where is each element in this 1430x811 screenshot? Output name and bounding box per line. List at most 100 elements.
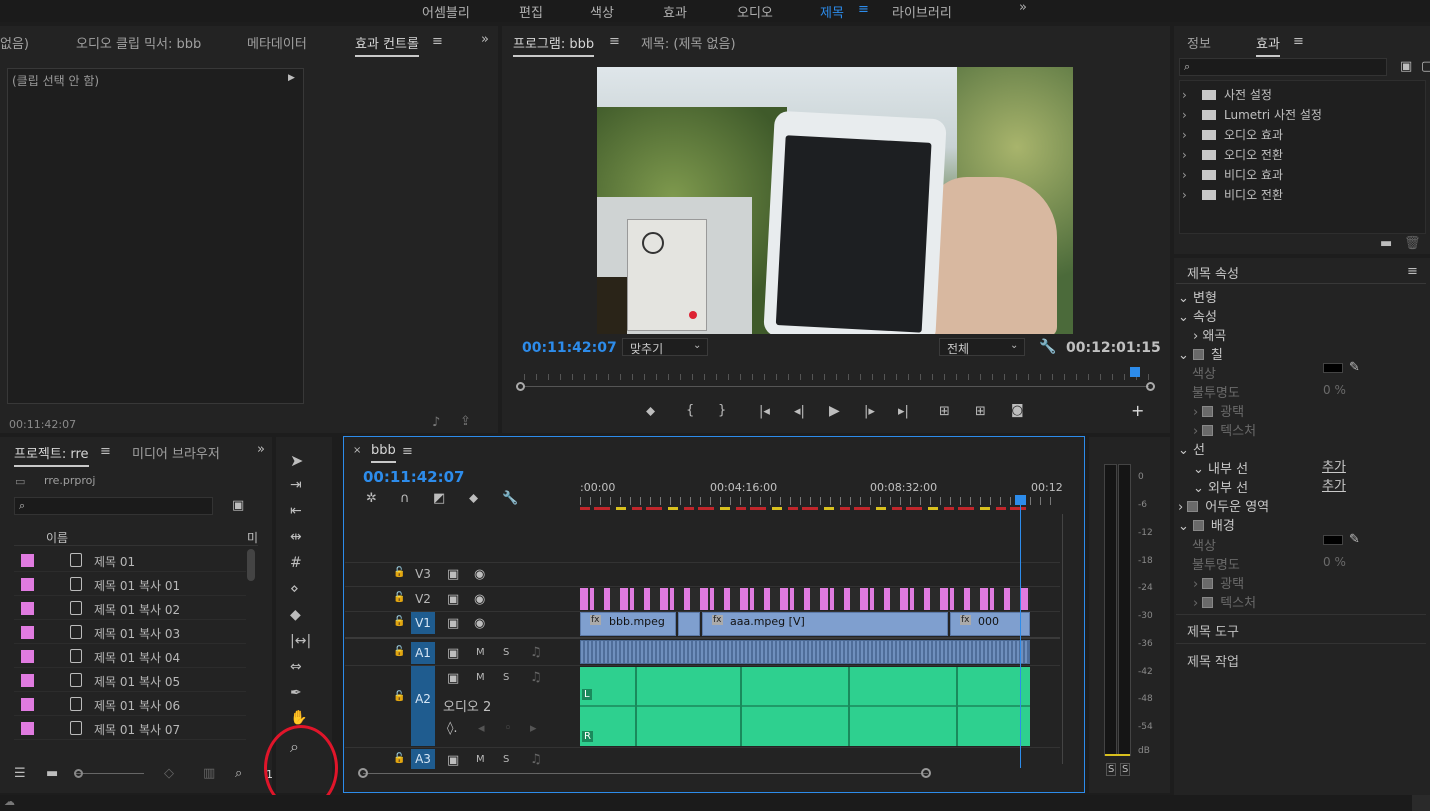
timeline-playhead-line[interactable] — [1020, 498, 1021, 768]
wrench-icon[interactable]: 🔧 — [1039, 340, 1056, 354]
tab-audio-clip-mixer[interactable]: 오디오 클립 믹서: bbb — [76, 33, 201, 52]
track-a1-label[interactable]: A1 — [411, 642, 435, 664]
sort-icon[interactable]: ◇ — [164, 767, 174, 780]
fit-dropdown[interactable]: 맞추기 ⌄ — [622, 338, 708, 356]
track-a2-label[interactable]: A2 — [411, 666, 435, 746]
list-item[interactable]: 제목 01 — [14, 549, 246, 572]
track-select-tool-icon[interactable]: ⇥ — [290, 477, 302, 493]
texture-checkbox[interactable] — [1202, 425, 1214, 436]
rate-stretch-tool-icon[interactable]: # — [290, 555, 302, 571]
add-marker-icon[interactable]: ⬥ — [646, 405, 655, 418]
track-v3-label[interactable]: V3 — [411, 563, 435, 585]
tab-effect-controls[interactable]: 효과 컨트롤 — [355, 33, 419, 57]
program-menu-icon[interactable]: ≡ — [609, 35, 620, 48]
solo-button[interactable]: S — [503, 647, 509, 658]
timeline-timecode[interactable]: 00:11:42:07 — [363, 468, 465, 486]
hand-tool-icon[interactable]: ✋ — [290, 710, 307, 726]
eye-icon[interactable]: ◉ — [474, 568, 485, 581]
panel-menu-icon[interactable]: ≡ — [432, 35, 443, 48]
panel-overflow-icon[interactable]: » — [481, 33, 489, 46]
fill-opacity-value[interactable]: 0 % — [1323, 383, 1346, 397]
tab-metadata[interactable]: 메타데이터 — [247, 33, 307, 52]
lock-icon[interactable]: 🔓 — [393, 647, 405, 657]
go-to-in-icon[interactable]: |◂ — [759, 405, 770, 418]
export-icon[interactable]: ⇪ — [460, 415, 471, 428]
prop-distort[interactable]: › 왜곡 — [1193, 325, 1226, 344]
shadow-checkbox[interactable] — [1187, 501, 1199, 512]
a1-audio-clip[interactable] — [580, 640, 1030, 664]
lock-icon[interactable]: 🔓 — [393, 754, 405, 764]
prop-bg-texture[interactable]: › 텍스처 — [1193, 592, 1256, 611]
export-frame-icon[interactable]: ◙ — [1011, 404, 1024, 417]
ripple-edit-tool-icon[interactable]: ⇤ — [290, 503, 302, 519]
workspace-audio[interactable]: 오디오 — [737, 2, 773, 21]
automate-icon[interactable]: ▥ — [203, 767, 215, 780]
button-editor-icon[interactable]: + — [1131, 403, 1144, 419]
list-item[interactable]: 제목 01 복사 05 — [14, 669, 246, 692]
prop-strokes[interactable]: ⌄ 선 — [1178, 439, 1205, 458]
list-item[interactable]: 제목 01 복사 03 — [14, 621, 246, 644]
meter-solo-right[interactable]: S — [1120, 763, 1131, 776]
effects-item-audio-effects[interactable]: › 오디오 효과 — [1182, 126, 1283, 143]
sync-lock-icon[interactable]: ▣ — [447, 593, 459, 606]
lock-icon[interactable]: 🔓 — [393, 568, 405, 578]
sync-lock-icon[interactable]: ▣ — [447, 754, 459, 767]
sync-lock-icon[interactable]: ▣ — [447, 672, 459, 685]
icon-view-icon[interactable]: ▬ — [46, 767, 58, 780]
prop-fill-sheen[interactable]: › 광택 — [1193, 401, 1244, 420]
tab-effects[interactable]: 효과 — [1256, 33, 1280, 57]
column-more-header[interactable]: 미 — [247, 529, 258, 546]
mute-button[interactable]: M — [476, 672, 485, 683]
mute-button[interactable]: M — [476, 754, 485, 765]
nest-icon[interactable]: ✲ — [366, 492, 377, 505]
timeline-marker-icon[interactable]: ⬥ — [469, 492, 478, 505]
tab-program[interactable]: 프로그램: bbb — [513, 33, 595, 57]
column-name-header[interactable]: 이름 — [46, 529, 68, 546]
delete-icon[interactable]: 🗑 — [1404, 237, 1421, 250]
list-item[interactable]: 제목 01 복사 04 — [14, 645, 246, 668]
effects-item-video-transitions[interactable]: › 비디오 전환 — [1182, 186, 1283, 203]
eye-icon[interactable]: ◉ — [474, 617, 485, 630]
quality-dropdown[interactable]: 전체 ⌄ — [939, 338, 1025, 356]
meter-solo-left[interactable]: S — [1106, 763, 1117, 776]
tab-source[interactable]: 없음) — [0, 33, 29, 52]
mark-in-icon[interactable]: { — [686, 404, 694, 417]
rolling-edit-tool-icon[interactable]: ⇹ — [290, 529, 302, 545]
workspace-menu-icon[interactable]: ≡ — [858, 2, 869, 17]
scroll-handle-left[interactable] — [358, 768, 368, 778]
mark-out-icon[interactable]: } — [718, 404, 726, 417]
track-a3-label[interactable]: A3 — [411, 749, 435, 769]
find-icon[interactable]: ⌕ — [235, 767, 242, 780]
prop-fill-texture[interactable]: › 텍스처 — [1193, 420, 1256, 439]
zoom-slider-handle[interactable] — [74, 769, 83, 778]
scrubber-end-handle[interactable] — [1146, 382, 1155, 391]
solo-button[interactable]: S — [503, 754, 509, 765]
effects-menu-icon[interactable]: ≡ — [1293, 35, 1304, 48]
list-item[interactable]: 제목 01 복사 06 — [14, 693, 246, 716]
go-to-out-icon[interactable]: ▸| — [898, 405, 909, 418]
keyframe-icon[interactable]: ◊. — [447, 722, 458, 735]
effects-item-presets[interactable]: › 사전 설정 — [1182, 86, 1272, 103]
linked-selection-icon[interactable]: ◩ — [433, 492, 445, 505]
prop-fill[interactable]: ⌄ 칠 — [1178, 344, 1223, 363]
mute-button[interactable]: M — [476, 647, 485, 658]
list-item[interactable]: 제목 01 복사 02 — [14, 597, 246, 620]
zoom-slider[interactable] — [76, 773, 144, 774]
sequence-menu-icon[interactable]: ≡ — [402, 445, 413, 458]
scrubber-start-handle[interactable] — [516, 382, 525, 391]
bg-sheen-checkbox[interactable] — [1202, 578, 1214, 589]
timeline-playhead-handle[interactable] — [1015, 495, 1026, 505]
title-properties-menu-icon[interactable]: ≡ — [1407, 265, 1418, 278]
tab-title[interactable]: 제목: (제목 없음) — [641, 33, 736, 52]
bg-texture-checkbox[interactable] — [1202, 597, 1214, 608]
list-item[interactable]: 제목 01 복사 01 — [14, 573, 246, 596]
lift-icon[interactable]: ⊞ — [939, 405, 950, 418]
tab-project[interactable]: 프로젝트: rre — [14, 443, 89, 467]
scroll-handle-right[interactable] — [921, 768, 931, 778]
sheen-checkbox[interactable] — [1202, 406, 1214, 417]
new-bin-icon[interactable]: ▬ — [1380, 237, 1392, 250]
track-v2-label[interactable]: V2 — [411, 588, 435, 610]
project-scrollbar[interactable] — [247, 549, 255, 581]
a2-audio-clip[interactable]: L R — [580, 667, 1030, 746]
workspace-effects[interactable]: 효과 — [663, 2, 687, 21]
